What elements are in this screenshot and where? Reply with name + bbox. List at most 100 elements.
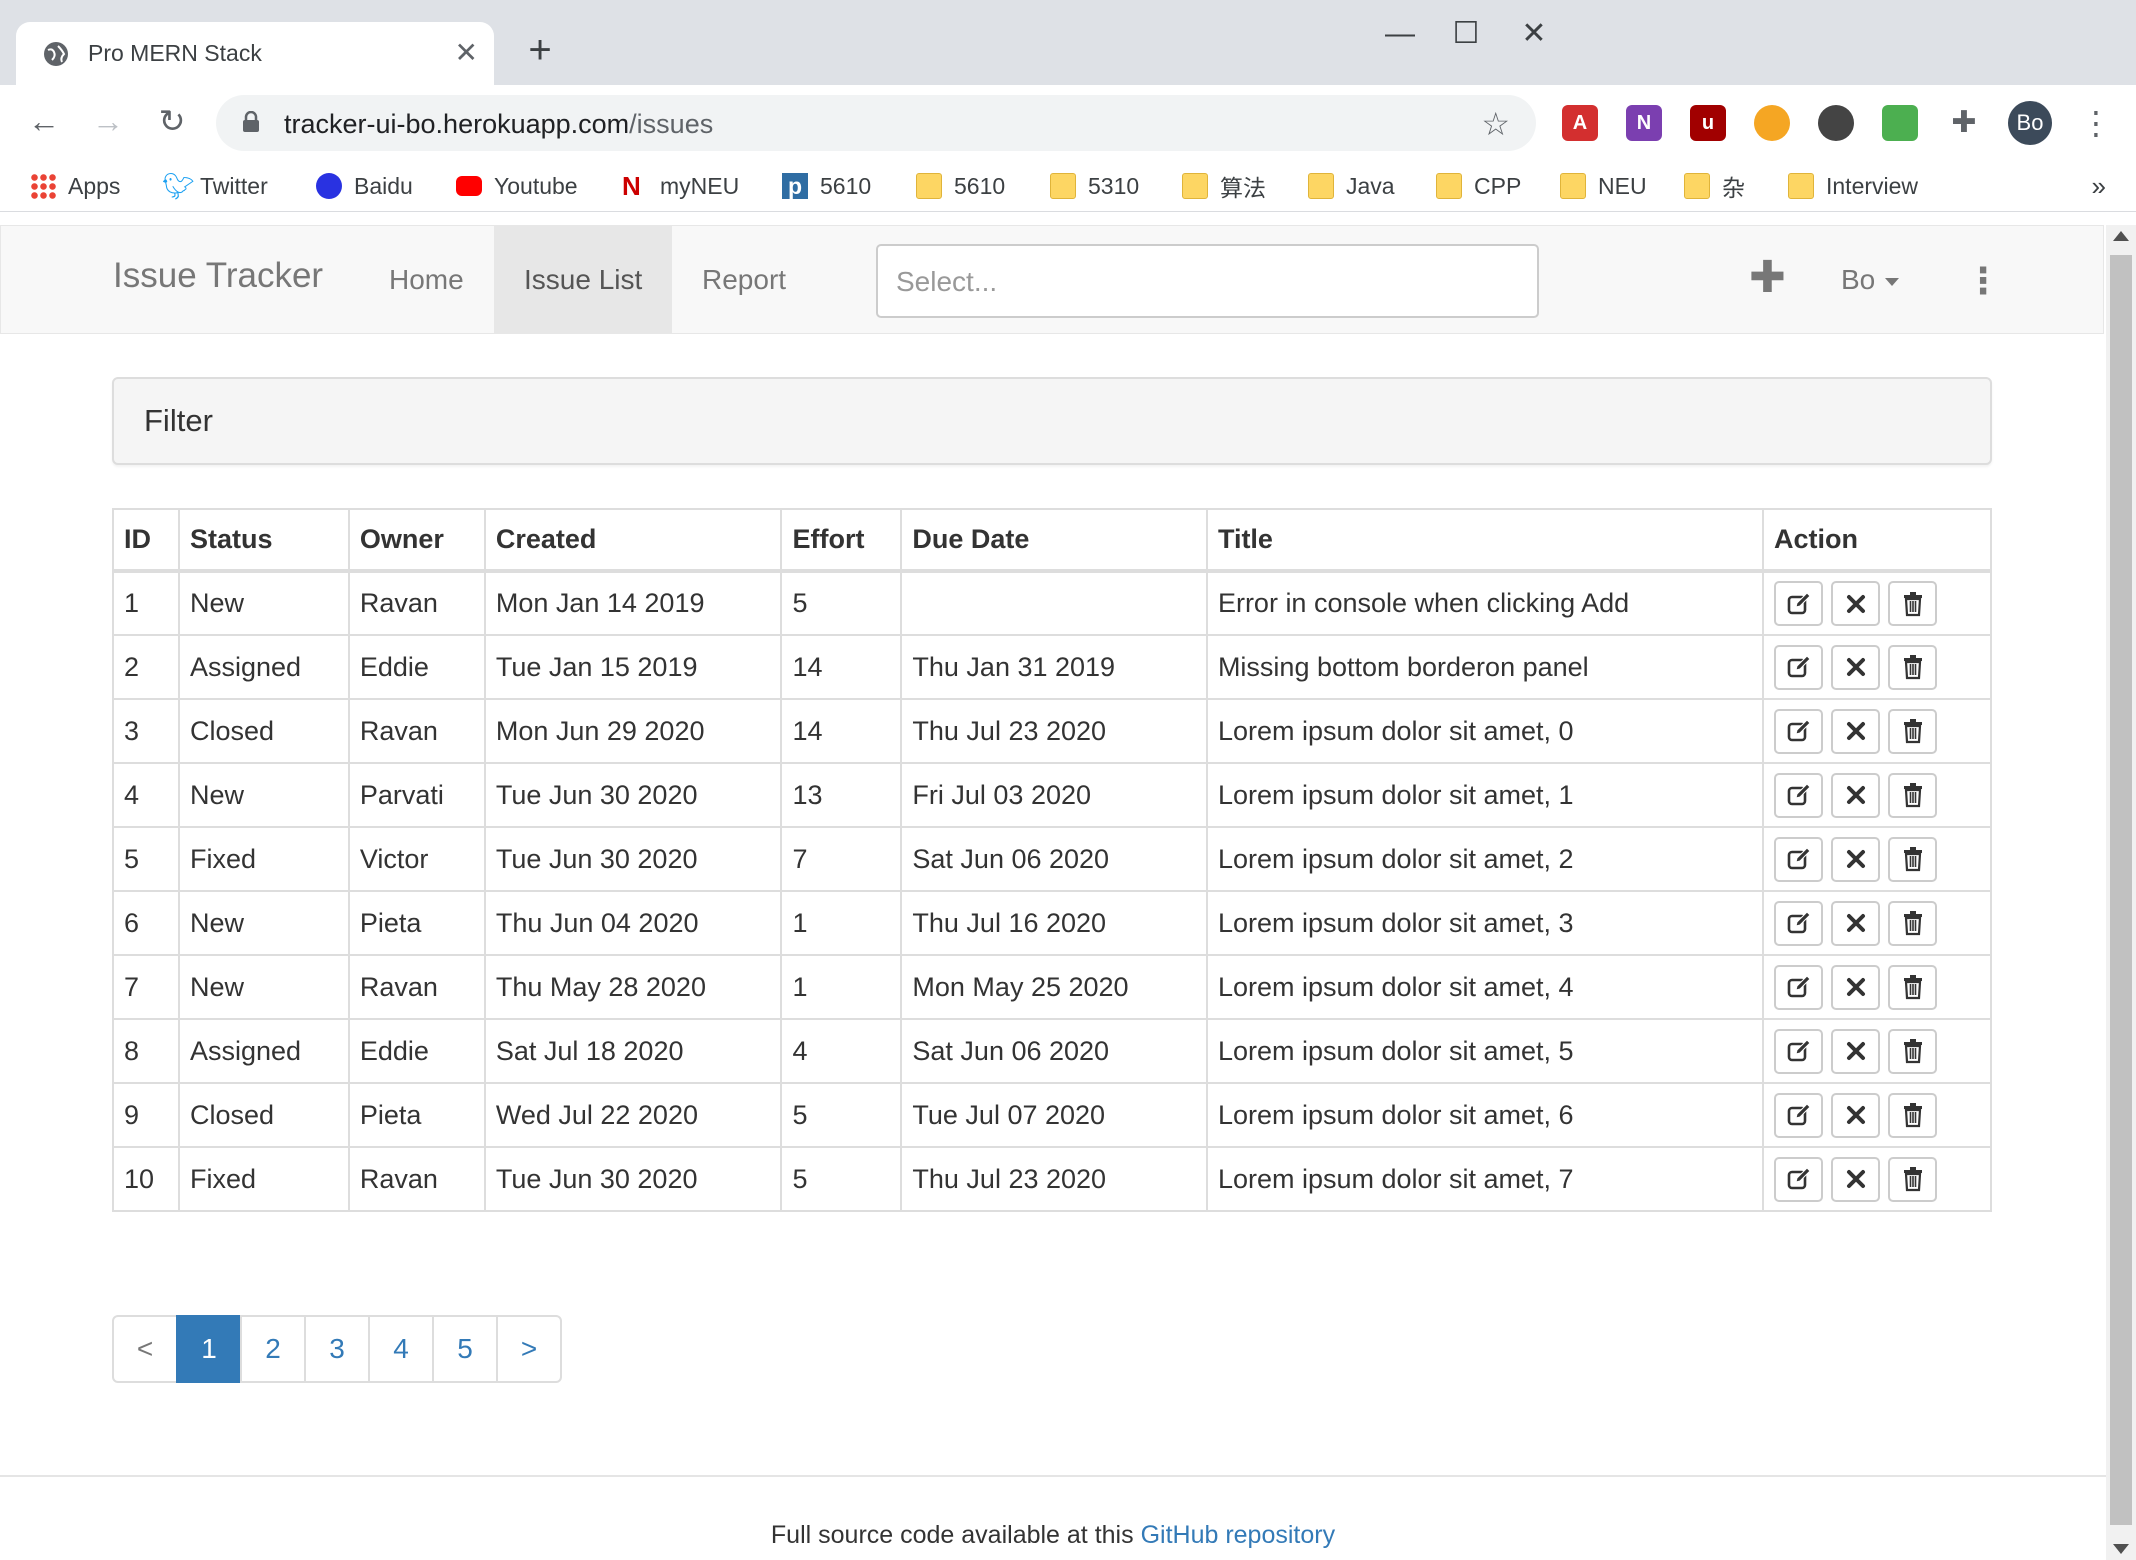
edit-button[interactable] xyxy=(1774,708,1824,754)
page-1[interactable]: 1 xyxy=(176,1315,242,1383)
dots-extension-icon[interactable] xyxy=(1818,105,1854,141)
filter-panel[interactable]: Filter xyxy=(112,377,1992,465)
filter-title[interactable]: Filter xyxy=(144,403,213,439)
table-row[interactable]: 1 New Ravan Mon Jan 14 2019 5 Error in consol… xyxy=(112,570,1992,636)
delete-button[interactable] xyxy=(1888,964,1938,1010)
scroll-down-icon[interactable] xyxy=(2113,1544,2129,1554)
scrollbar-thumb[interactable] xyxy=(2110,255,2132,1525)
user-dropdown[interactable]: Bo xyxy=(1841,264,1900,296)
color-extension-icon[interactable] xyxy=(1882,105,1918,141)
edit-button[interactable] xyxy=(1774,1092,1824,1138)
bookmark-folder-misc[interactable]: 杂 xyxy=(1684,169,1745,203)
close-issue-button[interactable] xyxy=(1831,581,1881,626)
close-issue-button[interactable] xyxy=(1831,964,1881,1010)
edit-button[interactable] xyxy=(1774,836,1824,882)
close-issue-button[interactable] xyxy=(1831,708,1881,754)
page-5[interactable]: 5 xyxy=(432,1315,498,1383)
delete-button[interactable] xyxy=(1888,581,1938,626)
edit-button[interactable] xyxy=(1774,900,1824,946)
new-tab-icon[interactable]: + xyxy=(520,30,560,70)
close-issue-button[interactable] xyxy=(1831,1156,1881,1202)
close-issue-button[interactable] xyxy=(1831,1092,1881,1138)
bookmark-folder-neu[interactable]: NEU xyxy=(1560,169,1647,203)
github-link[interactable]: GitHub repository xyxy=(1141,1521,1336,1549)
delete-button[interactable] xyxy=(1888,1156,1938,1202)
page-4[interactable]: 4 xyxy=(368,1315,434,1383)
close-issue-button[interactable] xyxy=(1831,772,1881,818)
edit-button[interactable] xyxy=(1774,772,1824,818)
vertical-dots-icon[interactable]: ⋮ xyxy=(1965,256,2001,306)
footer-text: Full source code available at this xyxy=(770,1521,1134,1549)
table-row[interactable]: 6 New Pieta Thu Jun 04 2020 1 Thu Jul 16 2020… xyxy=(112,890,1992,956)
delete-button[interactable] xyxy=(1888,1028,1938,1074)
bookmark-star-icon[interactable]: ☆ xyxy=(1481,105,1510,143)
nav-home[interactable]: Home xyxy=(359,226,494,333)
close-issue-button[interactable] xyxy=(1831,836,1881,882)
delete-button[interactable] xyxy=(1888,836,1938,882)
brand-title[interactable]: Issue Tracker xyxy=(113,256,323,296)
table-row[interactable]: 4 New Parvati Tue Jun 30 2020 13 Fri Jul 03 2… xyxy=(112,762,1992,828)
table-row[interactable]: 9 Closed Pieta Wed Jul 22 2020 5 Tue Jul 07 2… xyxy=(112,1082,1992,1148)
bookmark-myneu[interactable]: N myNEU xyxy=(622,169,739,203)
edit-button[interactable] xyxy=(1774,644,1824,690)
edit-button[interactable] xyxy=(1774,581,1824,626)
nav-report[interactable]: Report xyxy=(672,226,816,333)
ublock-extension-icon[interactable]: u xyxy=(1690,105,1726,141)
bookmark-folder-cpp[interactable]: CPP xyxy=(1436,169,1521,203)
edit-button[interactable] xyxy=(1774,1156,1824,1202)
table-row[interactable]: 2 Assigned Eddie Tue Jan 15 2019 14 Thu Jan 3… xyxy=(112,634,1992,700)
close-tab-icon[interactable]: ✕ xyxy=(455,36,478,70)
table-row[interactable]: 3 Closed Ravan Mon Jun 29 2020 14 Thu Jul 23 … xyxy=(112,698,1992,764)
delete-button[interactable] xyxy=(1888,1092,1938,1138)
bookmark-apps[interactable]: Apps xyxy=(30,169,120,203)
delete-button[interactable] xyxy=(1888,708,1938,754)
add-issue-icon[interactable]: ✚ xyxy=(1749,250,1786,306)
address-bar[interactable]: tracker-ui-bo.herokuapp.com/issues ☆ xyxy=(216,95,1536,151)
edit-button[interactable] xyxy=(1774,964,1824,1010)
minimize-icon[interactable]: — xyxy=(1380,14,1420,54)
delete-button[interactable] xyxy=(1888,772,1938,818)
nav-issue-list[interactable]: Issue List xyxy=(494,226,673,333)
bookmark-folder-5610[interactable]: 5610 xyxy=(916,169,1005,203)
page-prev[interactable]: < xyxy=(112,1315,178,1383)
window-close-icon[interactable]: ✕ xyxy=(1514,14,1554,54)
forward-icon[interactable]: → xyxy=(86,99,130,143)
acrobat-extension-icon[interactable]: A xyxy=(1562,105,1598,141)
scroll-up-icon[interactable] xyxy=(2113,231,2129,241)
page-scrollbar[interactable] xyxy=(2106,225,2136,1560)
issue-search-select[interactable]: Select... xyxy=(876,244,1539,318)
table-row[interactable]: 10 Fixed Ravan Tue Jun 30 2020 5 Thu Jul 23 2… xyxy=(112,1146,1992,1212)
close-issue-button[interactable] xyxy=(1831,644,1881,690)
globe-icon xyxy=(44,42,68,66)
bookmarks-overflow-icon[interactable]: » xyxy=(2092,171,2106,202)
table-row[interactable]: 7 New Ravan Thu May 28 2020 1 Mon May 25 2020… xyxy=(112,954,1992,1020)
reload-icon[interactable]: ↻ xyxy=(150,99,194,143)
close-issue-button[interactable] xyxy=(1831,900,1881,946)
bookmark-twitter[interactable]: 🐦︎ Twitter xyxy=(162,169,268,203)
onenote-extension-icon[interactable]: N xyxy=(1626,105,1662,141)
table-row[interactable]: 8 Assigned Eddie Sat Jul 18 2020 4 Sat Jun 06… xyxy=(112,1018,1992,1084)
bookmark-folder-5310[interactable]: 5310 xyxy=(1050,169,1139,203)
bookmark-baidu[interactable]: Baidu xyxy=(316,169,413,203)
bookmark-folder-interview[interactable]: Interview xyxy=(1788,169,1918,203)
bookmark-folder-java[interactable]: Java xyxy=(1308,169,1395,203)
puzzle-extensions-icon[interactable]: ✚ xyxy=(1946,105,1982,141)
delete-button[interactable] xyxy=(1888,644,1938,690)
table-row[interactable]: 5 Fixed Victor Tue Jun 30 2020 7 Sat Jun 06 2… xyxy=(112,826,1992,892)
back-icon[interactable]: ← xyxy=(22,99,66,143)
bookmark-5610-p[interactable]: p 5610 xyxy=(782,169,871,203)
page-2[interactable]: 2 xyxy=(240,1315,306,1383)
moon-extension-icon[interactable] xyxy=(1754,105,1790,141)
edit-icon xyxy=(1786,846,1812,872)
page-3[interactable]: 3 xyxy=(304,1315,370,1383)
maximize-icon[interactable]: ☐ xyxy=(1446,14,1486,54)
bookmark-youtube[interactable]: Youtube xyxy=(456,169,578,203)
delete-button[interactable] xyxy=(1888,900,1938,946)
profile-avatar[interactable]: Bo xyxy=(2008,101,2052,145)
page-next[interactable]: > xyxy=(496,1315,562,1383)
close-issue-button[interactable] xyxy=(1831,1028,1881,1074)
browser-menu-icon[interactable]: ⋮ xyxy=(2080,103,2112,143)
edit-button[interactable] xyxy=(1774,1028,1824,1074)
browser-tab[interactable]: Pro MERN Stack ✕ xyxy=(16,22,494,85)
bookmark-folder-algorithms[interactable]: 算法 xyxy=(1182,169,1266,203)
